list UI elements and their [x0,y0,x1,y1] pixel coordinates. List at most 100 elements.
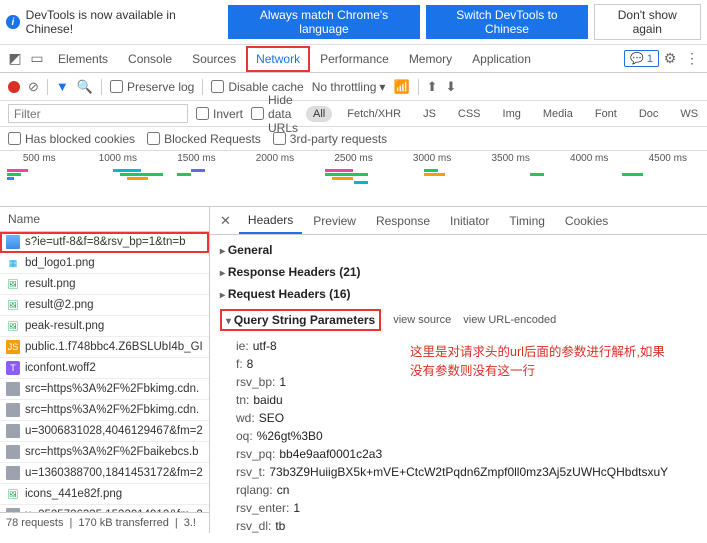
disable-cache-checkbox[interactable]: Disable cache [211,80,303,94]
param-key: tn: [236,393,249,407]
section-general[interactable]: General [220,243,273,257]
type-fetch[interactable]: Fetch/XHR [340,106,408,122]
status-bar: 78 requests | 170 kB transferred | 3.! [0,512,209,533]
request-row[interactable]: 🖼result.png [0,274,209,295]
inspect-icon[interactable]: ◩ [4,50,26,67]
request-row[interactable]: src=https%3A%2F%2Fbkimg.cdn. [0,379,209,400]
request-row[interactable]: Ticonfont.woff2 [0,358,209,379]
switch-chinese-button[interactable]: Switch DevTools to Chinese [426,5,587,39]
request-name: peak-result.png [25,320,104,332]
filter-icon[interactable]: ▼ [56,79,69,94]
annotation-text: 这里是对请求头的url后面的参数进行解析,如果没有参数则没有这一行 [410,343,670,381]
param-key: rsv_dl: [236,519,271,533]
options-bar: Has blocked cookies Blocked Requests 3rd… [0,127,707,151]
tab-preview[interactable]: Preview [304,209,365,233]
tab-timing[interactable]: Timing [500,209,554,233]
tab-response[interactable]: Response [367,209,439,233]
tab-performance[interactable]: Performance [310,46,399,72]
hide-dataurls-checkbox[interactable]: Hide data URLs [251,93,298,135]
tab-cookies[interactable]: Cookies [556,209,617,233]
device-icon[interactable]: ▭ [26,50,48,67]
request-row[interactable]: ▦bd_logo1.png [0,253,209,274]
upload-icon[interactable]: ⬆ [427,79,438,95]
download-icon[interactable]: ⬇ [446,79,457,95]
file-icon: T [6,361,20,375]
requests-count: 78 requests [6,517,63,529]
blocked-cookies-checkbox[interactable]: Has blocked cookies [8,132,135,146]
settings-icon[interactable]: ⚙ [659,50,681,67]
filter-input[interactable] [8,104,188,123]
request-row[interactable]: JSpublic.1.f748bbc4.Z6BSLUbI4b_GI [0,337,209,358]
tab-headers[interactable]: Headers [239,208,302,234]
name-column-header[interactable]: Name [0,207,209,232]
query-param: rqlang: cn [236,481,707,499]
query-param: rsv_pq:bb4e9aaf0001c2a3 [236,445,707,463]
throttling-select[interactable]: No throttling ▾ [312,80,386,94]
query-param: oq:%26gt%3B0 [236,427,707,445]
tab-initiator[interactable]: Initiator [441,209,498,233]
dont-show-button[interactable]: Don't show again [594,4,701,40]
request-row[interactable]: u=1360388700,1841453172&fm=2 [0,463,209,484]
type-ws[interactable]: WS [673,106,705,122]
section-request-headers[interactable]: Request Headers (16) [220,287,351,301]
type-font[interactable]: Font [588,106,624,122]
more-icon[interactable]: ⋮ [681,50,703,67]
section-response-headers[interactable]: Response Headers (21) [220,265,361,279]
view-source-link[interactable]: view source [393,314,451,326]
type-js[interactable]: JS [416,106,443,122]
tab-console[interactable]: Console [118,46,182,72]
info-icon: i [6,15,20,29]
headers-detail[interactable]: General Response Headers (21) Request He… [210,235,707,533]
tab-network[interactable]: Network [246,46,310,72]
search-icon[interactable]: 🔍 [77,79,93,95]
request-name: u=1360388700,1841453172&fm=2 [25,467,203,479]
request-row[interactable]: 🖼 peak-result.png [0,316,209,337]
type-all[interactable]: All [306,106,332,122]
request-name: bd_logo1.png [25,257,95,269]
query-param: rsv_t:73b3Z9HuiigBX5k+mVE+CtcW2tPqdn6Zmp… [236,463,707,481]
preserve-log-checkbox[interactable]: Preserve log [110,80,194,94]
request-row[interactable]: u=3006831028,4046129467&fm=2 [0,421,209,442]
tab-application[interactable]: Application [462,46,541,72]
param-value: tb [275,519,285,533]
clear-icon[interactable]: ⊘ [28,79,39,95]
request-list[interactable]: s?ie=utf-8&f=8&rsv_bp=1&tn=b▦bd_logo1.pn… [0,232,209,512]
query-param: rsv_dl: tb [236,517,707,533]
timeline-overview[interactable]: 500 ms1000 ms1500 ms 2000 ms2500 ms3000 … [0,151,707,207]
file-icon [6,403,20,417]
type-img[interactable]: Img [496,106,528,122]
invert-checkbox[interactable]: Invert [196,107,243,121]
record-button[interactable] [8,81,20,93]
param-value: cn [277,483,290,497]
request-name: src=https%3A%2F%2Fbkimg.cdn. [25,404,199,416]
type-doc[interactable]: Doc [632,106,666,122]
type-css[interactable]: CSS [451,106,488,122]
third-party-checkbox[interactable]: 3rd-party requests [273,132,387,146]
messages-badge[interactable]: 💬1 [624,50,659,67]
request-row[interactable]: src=https%3A%2F%2Fbkimg.cdn. [0,400,209,421]
section-query-string[interactable]: Query String Parameters [220,309,381,331]
request-row[interactable]: 🖼icons_441e82f.png [0,484,209,505]
blocked-requests-checkbox[interactable]: Blocked Requests [147,132,261,146]
param-key: rqlang: [236,483,273,497]
param-value: %26gt%3B0 [257,429,323,443]
param-value: bb4e9aaf0001c2a3 [279,447,382,461]
language-banner: i DevTools is now available in Chinese! … [0,0,707,45]
file-icon: 🖼 [6,319,20,333]
wifi-icon[interactable]: 📶 [393,79,409,95]
main-area: Name s?ie=utf-8&f=8&rsv_bp=1&tn=b▦bd_log… [0,207,707,533]
request-row[interactable]: 🖼result@2.png [0,295,209,316]
request-row[interactable]: src=https%3A%2F%2Fbaikebcs.b [0,442,209,463]
tab-elements[interactable]: Elements [48,46,118,72]
request-row[interactable]: u=2525726335,1522014912&fm=2 [0,505,209,512]
timeline-bars [0,169,707,206]
view-urlencoded-link[interactable]: view URL-encoded [463,314,556,326]
tab-sources[interactable]: Sources [182,46,246,72]
match-language-button[interactable]: Always match Chrome's language [228,5,421,39]
close-details-icon[interactable]: ✕ [214,213,237,229]
tab-memory[interactable]: Memory [399,46,462,72]
details-tabs: ✕ Headers Preview Response Initiator Tim… [210,207,707,235]
type-media[interactable]: Media [536,106,580,122]
request-row[interactable]: s?ie=utf-8&f=8&rsv_bp=1&tn=b [0,232,209,253]
param-value: 73b3Z9HuiigBX5k+mVE+CtcW2tPqdn6Zmpf0ll0m… [269,465,668,479]
